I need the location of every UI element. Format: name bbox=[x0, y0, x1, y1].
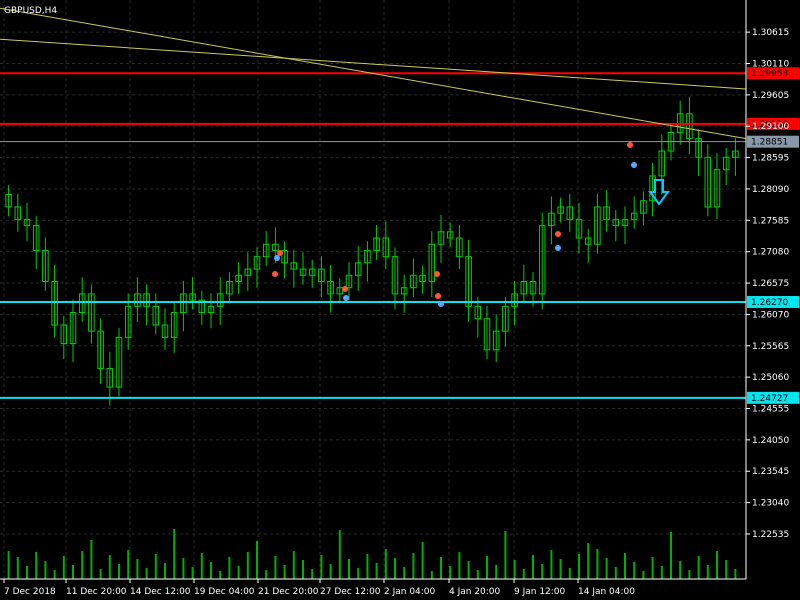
time-tick-label: 2 Jan 04:00 bbox=[384, 587, 436, 597]
time-tick-label: 9 Jan 12:00 bbox=[514, 587, 566, 597]
price-tick-label: 1.27585 bbox=[752, 216, 789, 226]
buy-signal-icon bbox=[631, 162, 637, 168]
chart-background bbox=[0, 0, 800, 600]
sell-signal-icon bbox=[434, 271, 440, 277]
price-tick-label: 1.29100 bbox=[752, 122, 789, 132]
price-tick-label: 1.28595 bbox=[752, 154, 789, 164]
sell-signal-icon bbox=[627, 142, 633, 148]
price-tick-label: 1.26070 bbox=[752, 310, 789, 320]
buy-signal-icon bbox=[438, 301, 444, 307]
price-tick-label: 1.30615 bbox=[752, 28, 789, 38]
price-tick-label: 1.30110 bbox=[752, 59, 789, 69]
price-tick-label: 1.28090 bbox=[752, 185, 789, 195]
symbol-label: GBPUSD,H4 bbox=[4, 6, 57, 16]
level-price-label: 1.29953 bbox=[751, 69, 788, 79]
buy-signal-icon bbox=[555, 245, 561, 251]
price-tick-label: 1.22535 bbox=[752, 530, 789, 540]
sell-signal-icon bbox=[277, 250, 283, 256]
level-price-label: 1.26270 bbox=[751, 298, 788, 308]
time-tick-label: 27 Dec 12:00 bbox=[320, 587, 381, 597]
price-tick-label: 1.25565 bbox=[752, 342, 789, 352]
time-tick-label: 4 Jan 20:00 bbox=[449, 587, 501, 597]
price-tick-label: 1.24050 bbox=[752, 436, 789, 446]
price-tick-label: 1.23040 bbox=[752, 499, 789, 509]
price-chart[interactable]: 1.299531.291381.288511.262701.24727 1.30… bbox=[0, 0, 800, 600]
price-tick-label: 1.29605 bbox=[752, 91, 789, 101]
buy-signal-icon bbox=[343, 295, 349, 301]
price-tick-label: 1.26575 bbox=[752, 279, 789, 289]
time-tick-label: 7 Dec 2018 bbox=[4, 587, 56, 597]
buy-signal-icon bbox=[274, 255, 280, 261]
price-tick-label: 1.23545 bbox=[752, 467, 789, 477]
time-tick-label: 11 Dec 20:00 bbox=[66, 587, 127, 597]
sell-signal-icon bbox=[555, 231, 561, 237]
time-tick-label: 14 Dec 12:00 bbox=[130, 587, 191, 597]
price-tick-label: 1.27080 bbox=[752, 248, 789, 258]
level-price-label: 1.28851 bbox=[751, 138, 788, 148]
level-price-label: 1.24727 bbox=[751, 394, 788, 404]
sell-signal-icon bbox=[272, 271, 278, 277]
time-tick-label: 14 Jan 04:00 bbox=[578, 587, 635, 597]
price-tick-label: 1.24555 bbox=[752, 405, 789, 415]
time-tick-label: 19 Dec 04:00 bbox=[194, 587, 255, 597]
sell-signal-icon bbox=[435, 293, 441, 299]
sell-signal-icon bbox=[342, 286, 348, 292]
price-tick-label: 1.25060 bbox=[752, 373, 789, 383]
time-tick-label: 21 Dec 20:00 bbox=[258, 587, 319, 597]
